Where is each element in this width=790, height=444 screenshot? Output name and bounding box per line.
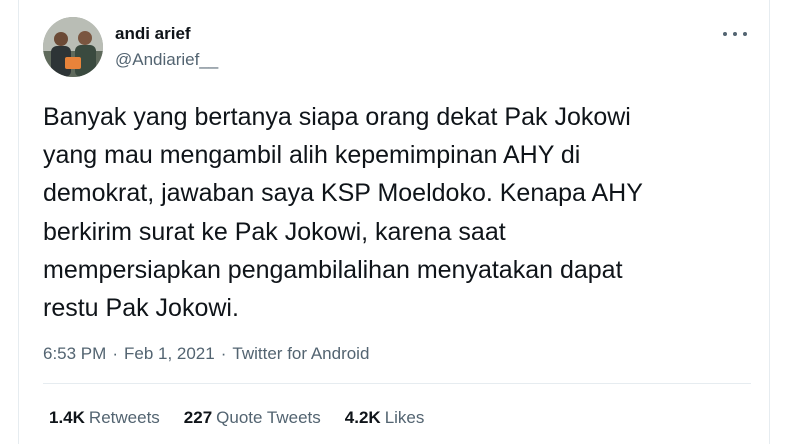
tweet-meta: 6:53 PM · Feb 1, 2021 · Twitter for Android	[43, 344, 369, 364]
tweet-stats: 1.4K Retweets 227 Quote Tweets 4.2K Likes	[49, 408, 448, 428]
likes-stat[interactable]: 4.2K Likes	[345, 408, 425, 428]
tweet-card: andi arief @Andiarief__ Banyak yang bert…	[18, 0, 770, 444]
tweet-time[interactable]: 6:53 PM	[43, 344, 106, 363]
author-name[interactable]: andi arief	[115, 24, 191, 44]
quote-tweets-label: Quote Tweets	[216, 408, 321, 427]
quote-tweets-stat[interactable]: 227 Quote Tweets	[184, 408, 321, 428]
more-horizontal-icon[interactable]	[723, 24, 747, 44]
likes-label: Likes	[384, 408, 425, 427]
meta-separator: ·	[112, 344, 118, 363]
meta-separator: ·	[220, 344, 227, 363]
author-handle[interactable]: @Andiarief__	[115, 50, 218, 70]
retweets-stat[interactable]: 1.4K Retweets	[49, 408, 160, 428]
tweet-date[interactable]: Feb 1, 2021	[124, 344, 215, 363]
more-dot	[743, 32, 747, 36]
retweets-label: Retweets	[88, 408, 160, 427]
profile-photo-icon	[43, 17, 103, 77]
tweet-text: Banyak yang bertanya siapa orang dekat P…	[43, 103, 643, 323]
likes-count: 4.2K	[344, 408, 381, 427]
more-dot	[723, 32, 727, 36]
avatar[interactable]	[43, 17, 103, 77]
divider	[43, 383, 751, 384]
quote-tweets-count: 227	[183, 408, 213, 427]
tweet-source[interactable]: Twitter for Android	[232, 344, 369, 363]
retweets-count: 1.4K	[49, 408, 85, 427]
more-dot	[733, 32, 737, 36]
